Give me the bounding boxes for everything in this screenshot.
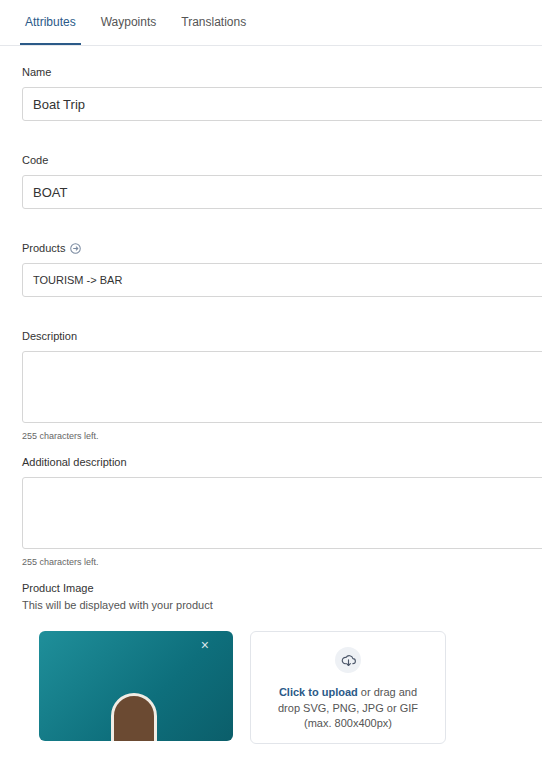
image-hint: This will be displayed with your product bbox=[22, 598, 542, 612]
field: Code bbox=[22, 153, 542, 209]
upload-dropzone[interactable]: Click to upload or drag and drop SVG, PN… bbox=[250, 631, 446, 744]
char-counter: 255 characters left. bbox=[22, 430, 542, 442]
products-select[interactable] bbox=[22, 263, 542, 297]
tab-bar: Attributes Waypoints Translations bbox=[0, 0, 542, 46]
field-label: Name bbox=[22, 65, 51, 79]
field-label: Code bbox=[22, 153, 48, 167]
remove-image-button[interactable]: × bbox=[201, 637, 209, 653]
field-label: Additional description bbox=[22, 455, 127, 469]
char-counter: 255 characters left. bbox=[22, 556, 542, 568]
tab[interactable]: Waypoints bbox=[96, 0, 162, 45]
image-label: Product Image bbox=[22, 581, 542, 595]
tab[interactable]: Attributes bbox=[20, 0, 81, 45]
tab[interactable]: Translations bbox=[176, 0, 251, 45]
text-input[interactable] bbox=[22, 175, 542, 209]
upload-link[interactable]: Click to upload bbox=[279, 686, 358, 698]
field-label: Products bbox=[22, 241, 65, 255]
field-label-row: Description bbox=[22, 329, 542, 343]
boat-shape bbox=[111, 693, 157, 741]
field-label: Description bbox=[22, 329, 77, 343]
image-row: × Click to upload or drag and drop SVG, P… bbox=[39, 631, 542, 744]
field-label-row: Products bbox=[22, 241, 542, 255]
text-input[interactable] bbox=[22, 87, 542, 121]
product-photo: × bbox=[39, 631, 233, 741]
attributes-form: Name Code Products Description 255 character… bbox=[0, 46, 542, 744]
cloud-download-icon bbox=[335, 647, 361, 673]
description-textarea[interactable] bbox=[22, 477, 542, 549]
field-label-row: Name bbox=[22, 65, 542, 79]
field: Products bbox=[22, 241, 542, 297]
description-textarea[interactable] bbox=[22, 351, 542, 423]
field-label-row: Additional description bbox=[22, 455, 542, 469]
field-label-row: Code bbox=[22, 153, 542, 167]
field: Description 255 characters left. bbox=[22, 329, 542, 442]
field: Name bbox=[22, 65, 542, 121]
arrow-circle-icon[interactable] bbox=[70, 243, 81, 254]
field: Additional description 255 characters lef… bbox=[22, 455, 542, 568]
upload-text: Click to upload or drag and drop SVG, PN… bbox=[269, 685, 427, 732]
